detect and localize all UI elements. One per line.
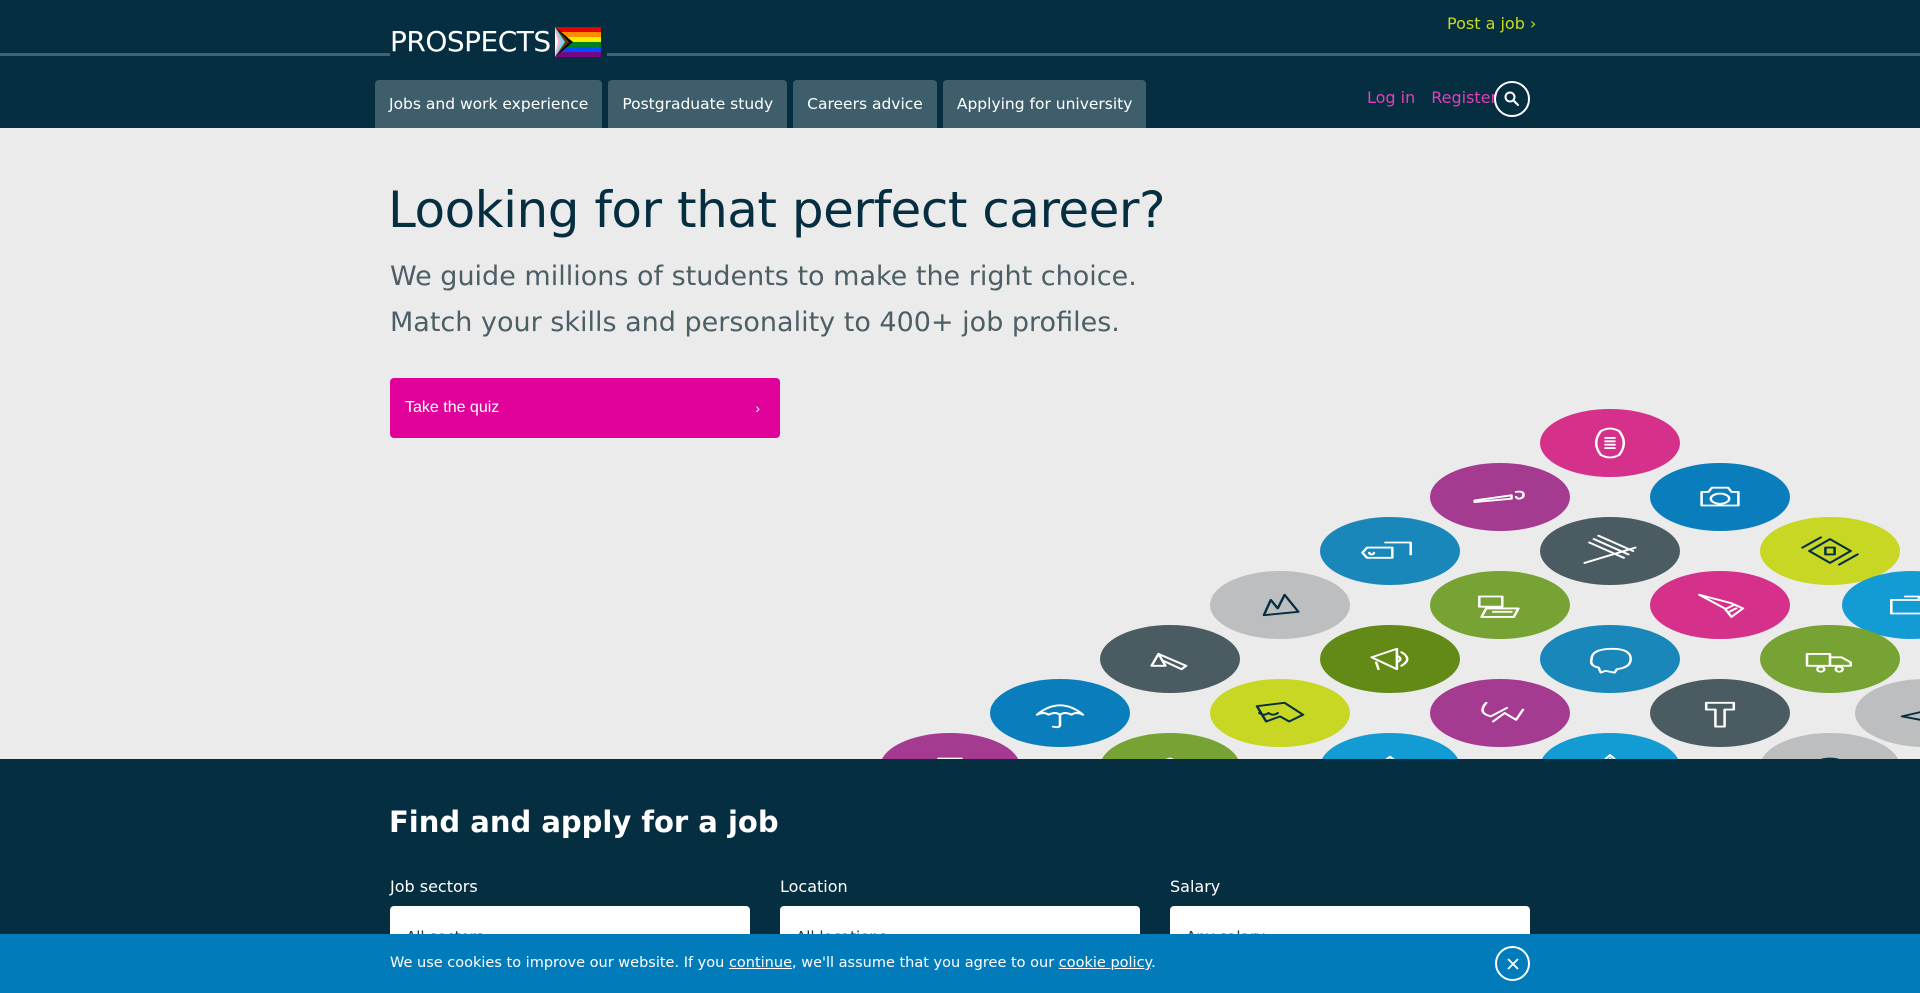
nav-tab-postgraduate[interactable]: Postgraduate study bbox=[608, 80, 788, 128]
auth-links: Log in Register bbox=[1367, 86, 1497, 110]
take-the-quiz-button[interactable]: Take the quiz › bbox=[390, 378, 780, 438]
logo-text: PROSPECTS bbox=[390, 25, 551, 58]
cookie-banner: We use cookies to improve our website. I… bbox=[0, 934, 1920, 993]
camera-icon bbox=[1650, 463, 1790, 531]
books-icon bbox=[1540, 517, 1680, 585]
flask-icon bbox=[1650, 571, 1790, 639]
cookie-text-part: . bbox=[1151, 955, 1156, 971]
post-a-job-link[interactable]: Post a job › bbox=[1447, 13, 1536, 35]
shirt-icon bbox=[1210, 679, 1350, 747]
icon-circle bbox=[990, 679, 1130, 747]
icon-circle bbox=[1650, 463, 1790, 531]
medical-kit-icon bbox=[1760, 517, 1900, 585]
paper-plane-icon bbox=[1855, 679, 1920, 747]
icon-circle bbox=[1101, 733, 1239, 759]
icon-circle bbox=[1320, 625, 1460, 693]
site-header: PROSPECTS Post a job › Jobs and work exp… bbox=[0, 0, 1920, 128]
price-tags-icon bbox=[1320, 517, 1460, 585]
icon-circle bbox=[1540, 409, 1680, 477]
hero-section: Looking for that perfect career? We guid… bbox=[0, 128, 1920, 759]
search-icon bbox=[1504, 91, 1519, 106]
header-divider bbox=[0, 53, 1920, 56]
icon-circle bbox=[1540, 625, 1680, 693]
salary-label: Salary bbox=[1170, 877, 1221, 896]
umbrella-icon bbox=[990, 679, 1130, 747]
paintbrush-icon bbox=[1430, 463, 1570, 531]
desk-lamp-icon bbox=[1100, 625, 1240, 693]
main-nav: Jobs and work experience Postgraduate st… bbox=[375, 80, 1147, 128]
icon-circle bbox=[1430, 571, 1570, 639]
job-sectors-label: Job sectors bbox=[390, 877, 478, 896]
cookie-text-part: We use cookies to improve our website. I… bbox=[390, 955, 729, 971]
leaf-icon bbox=[1541, 733, 1679, 759]
job-search-title: Find and apply for a job bbox=[389, 805, 779, 839]
chevron-right-icon: › bbox=[755, 400, 760, 416]
nav-tab-careers-advice[interactable]: Careers advice bbox=[793, 80, 937, 128]
truck-icon bbox=[1760, 625, 1900, 693]
mountain-icon bbox=[1210, 571, 1350, 639]
icon-circle bbox=[881, 733, 1019, 759]
hero-title: Looking for that perfect career? bbox=[388, 181, 1166, 239]
hero-subtitle-line-1: We guide millions of students to make th… bbox=[390, 261, 1137, 292]
icon-circle bbox=[1760, 517, 1900, 585]
dentist-chair-icon bbox=[1430, 679, 1570, 747]
hero-subtitle-line-2: Match your skills and personality to 400… bbox=[390, 307, 1120, 338]
piggy-bank-icon bbox=[1540, 625, 1680, 693]
prospects-logo[interactable]: PROSPECTS bbox=[390, 24, 607, 58]
graduation-icon bbox=[1101, 733, 1239, 759]
quiz-button-label: Take the quiz bbox=[405, 399, 500, 416]
cookie-close-button[interactable] bbox=[1495, 946, 1530, 981]
house-icon bbox=[1321, 733, 1459, 759]
gavel-icon bbox=[1650, 679, 1790, 747]
icon-circle bbox=[1430, 679, 1570, 747]
register-link[interactable]: Register bbox=[1431, 86, 1497, 110]
icon-circle bbox=[1650, 679, 1790, 747]
close-icon bbox=[1506, 957, 1519, 970]
icon-circle bbox=[1321, 733, 1459, 759]
nav-tab-applying-university[interactable]: Applying for university bbox=[942, 80, 1147, 128]
icon-circle bbox=[1210, 679, 1350, 747]
nav-tab-jobs[interactable]: Jobs and work experience bbox=[375, 80, 603, 128]
cookie-policy-link[interactable]: cookie policy bbox=[1059, 955, 1151, 971]
rugby-ball-icon bbox=[1540, 409, 1680, 477]
icon-circle bbox=[1320, 517, 1460, 585]
hero-subtitle: We guide millions of students to make th… bbox=[390, 254, 1137, 346]
search-button[interactable] bbox=[1494, 81, 1530, 117]
cookie-message: We use cookies to improve our website. I… bbox=[390, 952, 1156, 974]
icon-circle bbox=[1855, 679, 1920, 747]
location-label: Location bbox=[780, 877, 848, 896]
laptop-icon bbox=[1430, 571, 1570, 639]
cookie-text-part: , we'll assume that you agree to our bbox=[792, 955, 1059, 971]
megaphone-icon bbox=[1320, 625, 1460, 693]
login-link[interactable]: Log in bbox=[1367, 86, 1415, 110]
continue-link[interactable]: continue bbox=[729, 955, 792, 971]
progress-pride-flag-icon bbox=[554, 27, 601, 57]
wine-glass-icon bbox=[881, 733, 1019, 759]
